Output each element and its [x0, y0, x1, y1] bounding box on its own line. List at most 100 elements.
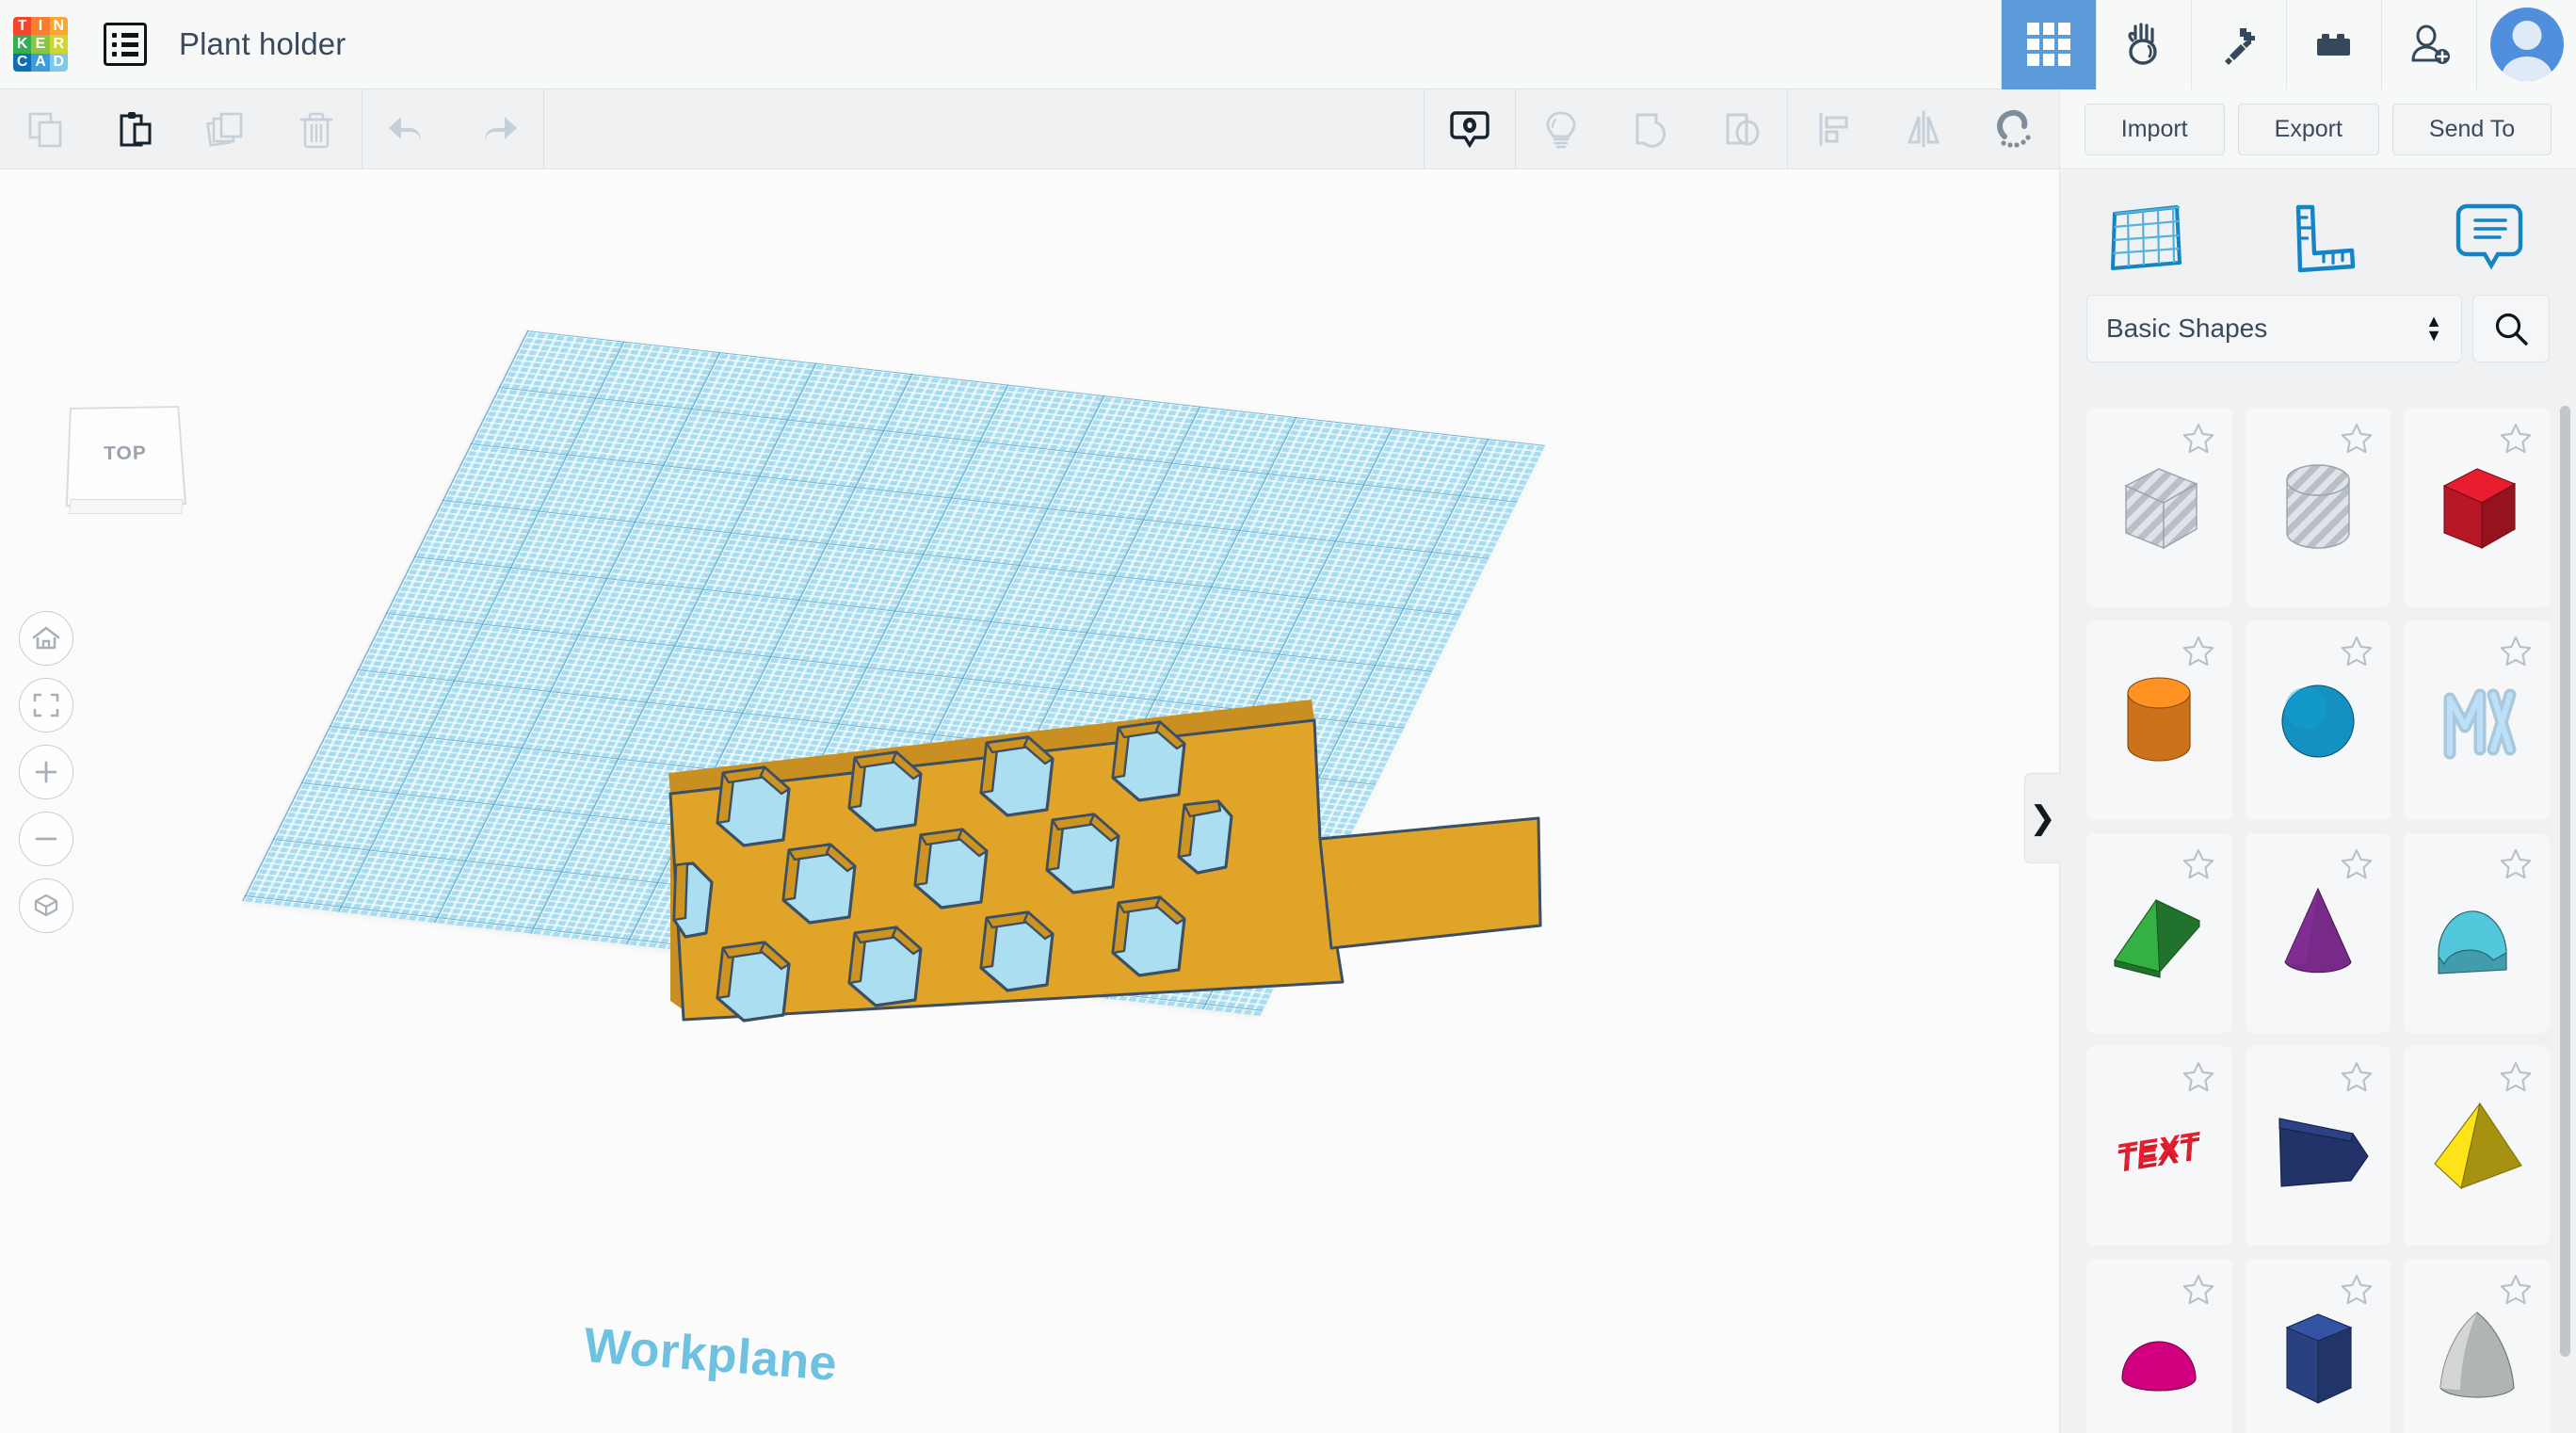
- import-button[interactable]: Import: [2084, 103, 2225, 155]
- shape-box-red-thumb: [2442, 468, 2516, 549]
- favorite-star-icon[interactable]: [2339, 421, 2375, 457]
- duplicate-button[interactable]: [181, 89, 271, 169]
- minecraft-button[interactable]: [2191, 0, 2286, 89]
- shape-hexprism-blue-thumb: [2285, 1313, 2353, 1404]
- menu-list-icon[interactable]: [104, 23, 147, 66]
- designs-grid-button[interactable]: [2001, 0, 2096, 89]
- view-cube[interactable]: TOP: [55, 401, 196, 523]
- shape-search-button[interactable]: [2472, 295, 2550, 362]
- favorite-star-icon[interactable]: [2498, 1272, 2534, 1308]
- shape-box-hole[interactable]: [2086, 408, 2232, 607]
- fit-frame-icon: [33, 693, 59, 717]
- shape-wedge-navy[interactable]: [2245, 1046, 2391, 1246]
- favorite-star-icon[interactable]: [2181, 634, 2216, 669]
- account-avatar[interactable]: [2476, 0, 2576, 89]
- shape-paraboloid-white-thumb: [2439, 1312, 2515, 1398]
- clipboard-tools: [0, 89, 362, 169]
- honeycomb-plant-holder-model[interactable]: [650, 679, 1544, 1121]
- notes-button[interactable]: [1425, 89, 1515, 169]
- favorite-star-icon[interactable]: [2339, 846, 2375, 882]
- shape-cylinder-orange[interactable]: [2086, 620, 2232, 820]
- send-to-button[interactable]: Send To: [2391, 103, 2552, 155]
- grid-9-icon: [2027, 23, 2070, 66]
- redo-button[interactable]: [453, 89, 543, 169]
- shape-cylinder-hole[interactable]: [2245, 408, 2391, 607]
- shape-halfcylinder-teal[interactable]: [2404, 833, 2550, 1033]
- shape-paraboloid-white[interactable]: [2404, 1259, 2550, 1433]
- favorite-star-icon[interactable]: [2339, 1272, 2375, 1308]
- logo-tile-c: C: [13, 53, 32, 72]
- shape-category-value: Basic Shapes: [2106, 314, 2268, 343]
- fit-to-view-button[interactable]: [19, 678, 73, 733]
- favorite-star-icon[interactable]: [2181, 1059, 2216, 1095]
- shape-sphere-blue[interactable]: [2245, 620, 2391, 820]
- zoom-in-button[interactable]: [19, 745, 73, 799]
- logo-tile-t: T: [13, 17, 32, 36]
- shape-wedge-navy-thumb: [2278, 1118, 2369, 1187]
- shape-roof-green[interactable]: [2086, 833, 2232, 1033]
- group-shapes-icon: [1635, 113, 1666, 148]
- shape-scribble-thumb: [2443, 688, 2517, 760]
- shape-pyramid-yellow[interactable]: [2404, 1046, 2550, 1246]
- search-icon: [2495, 313, 2528, 346]
- copy-button[interactable]: [0, 89, 90, 169]
- shape-scribble[interactable]: [2404, 620, 2550, 820]
- shape-cylinder-hole-thumb: [2286, 464, 2350, 549]
- header-actions: [2001, 0, 2576, 89]
- ruler-icon: [2295, 204, 2356, 273]
- logo-tile-i: I: [31, 17, 50, 36]
- export-button[interactable]: Export: [2237, 103, 2379, 155]
- note-pin-icon: [1450, 111, 1489, 149]
- snap-magnet-button[interactable]: [1969, 89, 2059, 169]
- view-cube-top-face[interactable]: TOP: [65, 406, 187, 507]
- favorite-star-icon[interactable]: [2181, 421, 2216, 457]
- perspective-toggle-button[interactable]: [19, 878, 73, 933]
- favorite-star-icon[interactable]: [2498, 1059, 2534, 1095]
- collapse-panel-handle[interactable]: ❯: [2024, 773, 2060, 863]
- shape-hexprism-blue[interactable]: [2245, 1259, 2391, 1433]
- zoom-out-button[interactable]: [19, 812, 73, 866]
- favorite-star-icon[interactable]: [2498, 846, 2534, 882]
- pickaxe-icon: [2225, 28, 2255, 65]
- shape-text-red[interactable]: TEXT TEXT: [2086, 1046, 2232, 1246]
- shape-roof-green-thumb: [2114, 899, 2201, 978]
- shape-panel-scrollbar[interactable]: [2560, 406, 2570, 1357]
- align-button[interactable]: [1788, 89, 1878, 169]
- hint-button[interactable]: [1516, 89, 1606, 169]
- ungroup-button[interactable]: [1697, 89, 1787, 169]
- mirror-button[interactable]: [1878, 89, 1969, 169]
- group-button[interactable]: [1606, 89, 1697, 169]
- paste-button[interactable]: [90, 89, 181, 169]
- tinkercad-logo[interactable]: TINKERCAD: [13, 17, 68, 72]
- favorite-star-icon[interactable]: [2498, 421, 2534, 457]
- favorite-star-icon[interactable]: [2181, 1272, 2216, 1308]
- shape-pyramid-yellow-thumb: [2433, 1102, 2522, 1190]
- favorite-star-icon[interactable]: [2339, 634, 2375, 669]
- logo-tile-k: K: [13, 35, 32, 54]
- shape-cone-purple-thumb: [2284, 887, 2352, 974]
- view-cube-front-face[interactable]: [69, 499, 184, 514]
- lego-bricks-button[interactable]: [2286, 0, 2381, 89]
- home-view-button[interactable]: [19, 611, 73, 666]
- favorite-star-icon[interactable]: [2498, 634, 2534, 669]
- favorite-star-icon[interactable]: [2339, 1059, 2375, 1095]
- invite-people-button[interactable]: [2381, 0, 2476, 89]
- shape-category-select[interactable]: Basic Shapes ▲ ▼: [2086, 295, 2462, 362]
- shape-box-red[interactable]: [2404, 408, 2550, 607]
- shape-halfsphere-magenta[interactable]: [2086, 1259, 2232, 1433]
- tab-workplane[interactable]: [2060, 199, 2232, 274]
- magnet-icon: [1997, 109, 2031, 148]
- shape-cone-purple[interactable]: [2245, 833, 2391, 1033]
- tab-note[interactable]: [2404, 199, 2576, 274]
- tinkercad-blocks-button[interactable]: [2096, 0, 2191, 89]
- logo-tile-e: E: [31, 35, 50, 54]
- user-plus-icon: [2411, 24, 2450, 64]
- undo-button[interactable]: [362, 89, 453, 169]
- design-canvas[interactable]: TOP Workplane: [0, 170, 2059, 1433]
- shape-sphere-blue-thumb: [2281, 684, 2355, 758]
- tab-ruler[interactable]: [2232, 199, 2405, 274]
- delete-button[interactable]: [271, 89, 362, 169]
- align-icon: [1819, 112, 1848, 146]
- favorite-star-icon[interactable]: [2181, 846, 2216, 882]
- shape-tools: [1425, 89, 2059, 169]
